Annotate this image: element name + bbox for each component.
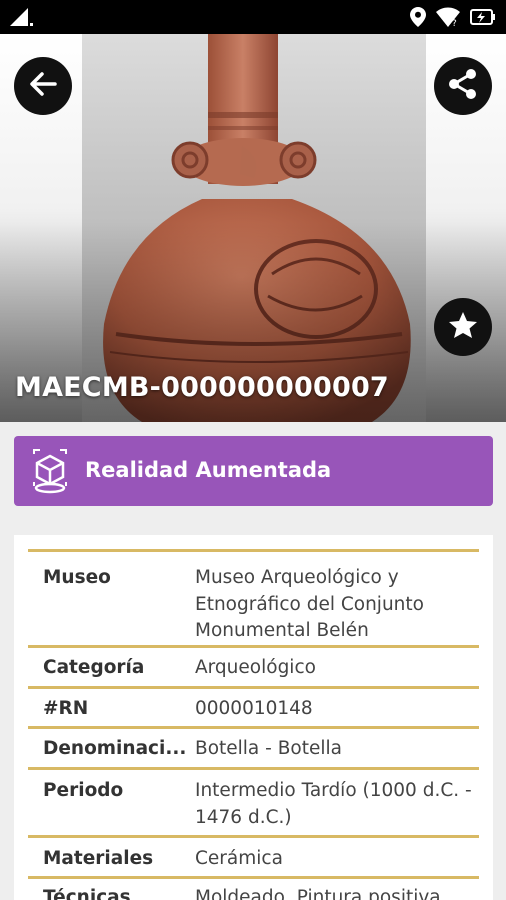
detail-value: Intermedio Tardío (1000 d.C. - 1476 d.C.…	[195, 780, 472, 828]
detail-value: Cerámica	[195, 848, 283, 869]
augmented-reality-icon	[30, 448, 70, 498]
location-icon	[410, 7, 426, 31]
artifact-code: MAECMB-000000000007	[15, 372, 389, 403]
detail-row-museo: Museo Museo Arqueológico y Etnográfico d…	[28, 549, 479, 645]
share-button[interactable]	[434, 57, 492, 115]
detail-label: Categoría	[43, 657, 145, 678]
hero-image-area	[0, 34, 506, 422]
detail-value: Moldeado, Pintura positiva	[195, 887, 441, 900]
detail-row-materiales: Materiales Cerámica	[28, 835, 479, 876]
wifi-icon: ?	[436, 7, 460, 31]
detail-value: Botella - Botella	[195, 738, 342, 759]
detail-label: Materiales	[43, 848, 154, 869]
detail-value: Arqueológico	[195, 657, 316, 678]
arrow-left-icon	[28, 69, 58, 103]
details-card: Museo Museo Arqueológico y Etnográfico d…	[14, 535, 493, 900]
share-icon	[447, 68, 479, 104]
detail-label: Denominaci...	[43, 738, 187, 759]
augmented-reality-label: Realidad Aumentada	[85, 458, 332, 482]
augmented-reality-button[interactable]: Realidad Aumentada	[14, 436, 493, 506]
favorite-button[interactable]	[434, 298, 492, 356]
star-icon	[448, 310, 478, 344]
detail-label: #RN	[43, 698, 89, 719]
back-button[interactable]	[14, 57, 72, 115]
detail-row-rn: #RN 0000010148	[28, 686, 479, 726]
detail-label: Periodo	[43, 780, 124, 801]
signal-icon	[10, 8, 36, 32]
detail-label: Museo	[43, 567, 111, 588]
detail-row-tecnicas: Técnicas Moldeado, Pintura positiva	[28, 876, 479, 900]
detail-value: Museo Arqueológico y Etnográfico del Con…	[195, 567, 424, 641]
detail-label: Técnicas	[43, 887, 131, 900]
detail-row-denominacion: Denominaci... Botella - Botella	[28, 726, 479, 767]
detail-value: 0000010148	[195, 698, 313, 719]
detail-row-categoria: Categoría Arqueológico	[28, 645, 479, 686]
status-bar: ?	[0, 0, 506, 34]
battery-charging-icon	[470, 7, 496, 31]
svg-text:?: ?	[452, 19, 457, 27]
detail-row-periodo: Periodo Intermedio Tardío (1000 d.C. - 1…	[28, 767, 479, 835]
